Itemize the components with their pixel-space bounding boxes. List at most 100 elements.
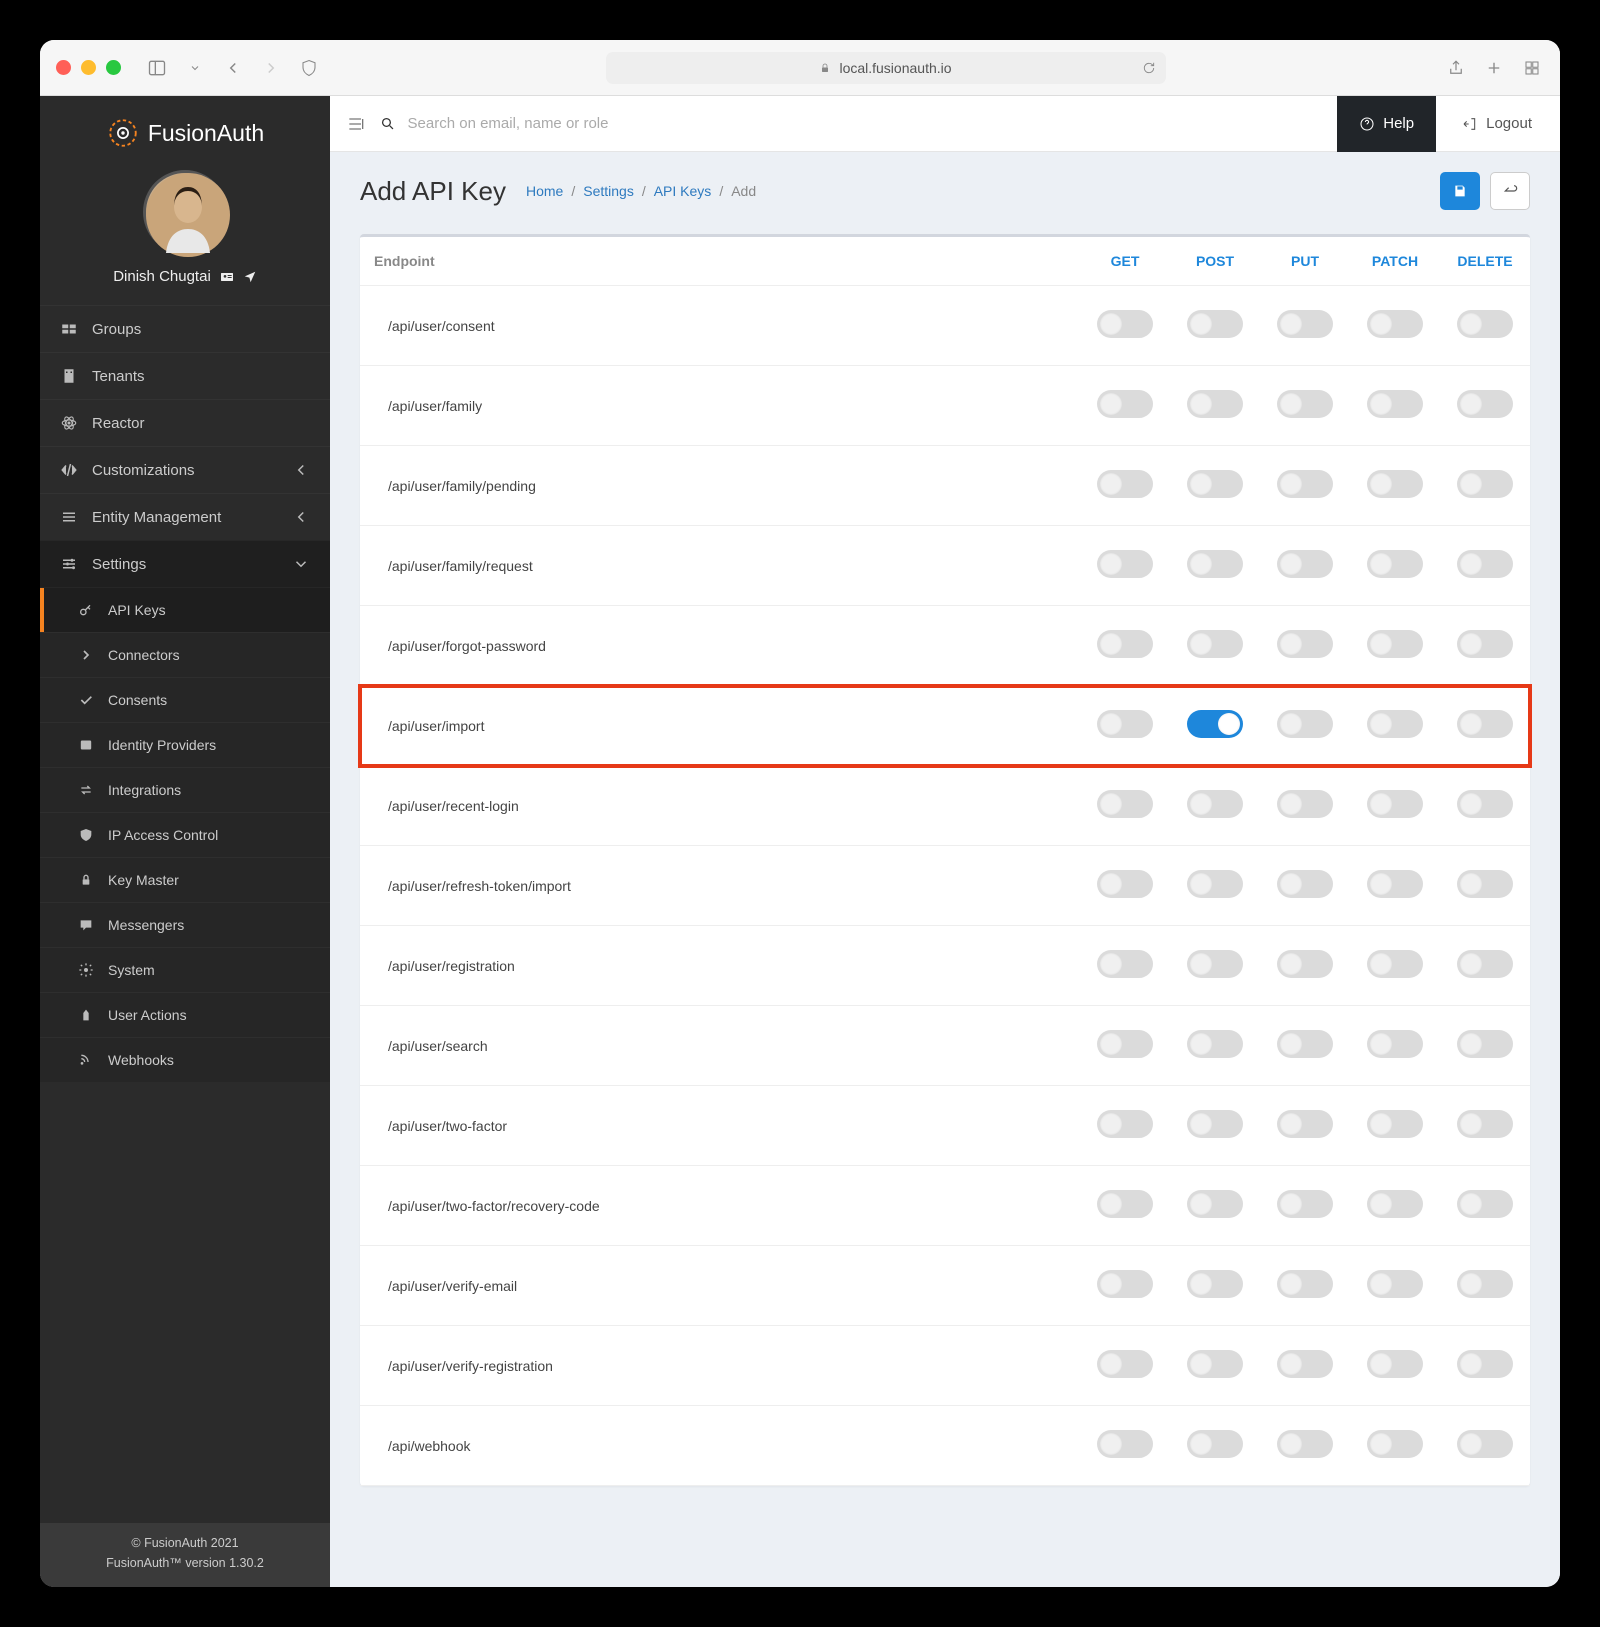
help-button[interactable]: Help [1337, 96, 1436, 152]
toggle-delete[interactable] [1457, 390, 1513, 418]
toggle-delete[interactable] [1457, 950, 1513, 978]
nav-key-master[interactable]: Key Master [40, 857, 330, 902]
nav-messengers[interactable]: Messengers [40, 902, 330, 947]
toggle-post[interactable] [1187, 1430, 1243, 1458]
toggle-delete[interactable] [1457, 1110, 1513, 1138]
toggle-get[interactable] [1097, 790, 1153, 818]
toggle-delete[interactable] [1457, 470, 1513, 498]
logout-button[interactable]: Logout [1450, 96, 1544, 152]
toggle-patch[interactable] [1367, 950, 1423, 978]
toggle-get[interactable] [1097, 1190, 1153, 1218]
toggle-get[interactable] [1097, 1110, 1153, 1138]
back-button[interactable] [1490, 172, 1530, 210]
toggle-put[interactable] [1277, 1270, 1333, 1298]
toggle-post[interactable] [1187, 870, 1243, 898]
toggle-post[interactable] [1187, 950, 1243, 978]
toggle-get[interactable] [1097, 470, 1153, 498]
th-get[interactable]: GET [1080, 237, 1170, 286]
toggle-delete[interactable] [1457, 550, 1513, 578]
toggle-post[interactable] [1187, 790, 1243, 818]
toggle-delete[interactable] [1457, 1190, 1513, 1218]
save-button[interactable] [1440, 172, 1480, 210]
forward-icon[interactable] [259, 56, 283, 80]
global-search[interactable] [380, 115, 1323, 132]
toggle-post[interactable] [1187, 1350, 1243, 1378]
toggle-delete[interactable] [1457, 1350, 1513, 1378]
locate-icon[interactable] [243, 270, 257, 284]
toggle-patch[interactable] [1367, 1030, 1423, 1058]
toggle-put[interactable] [1277, 1110, 1333, 1138]
nav-system[interactable]: System [40, 947, 330, 992]
toggle-patch[interactable] [1367, 550, 1423, 578]
toggle-post[interactable] [1187, 550, 1243, 578]
nav-reactor[interactable]: Reactor [40, 399, 330, 446]
toggle-put[interactable] [1277, 470, 1333, 498]
nav-consents[interactable]: Consents [40, 677, 330, 722]
search-input[interactable] [408, 115, 1324, 132]
toggle-delete[interactable] [1457, 870, 1513, 898]
toggle-put[interactable] [1277, 790, 1333, 818]
toggle-patch[interactable] [1367, 710, 1423, 738]
refresh-icon[interactable] [1142, 61, 1156, 75]
th-put[interactable]: PUT [1260, 237, 1350, 286]
crumb-home[interactable]: Home [526, 183, 563, 199]
crumb-settings[interactable]: Settings [583, 183, 634, 199]
toggle-patch[interactable] [1367, 390, 1423, 418]
id-card-icon[interactable] [219, 269, 235, 285]
th-delete[interactable]: DELETE [1440, 237, 1530, 286]
toggle-delete[interactable] [1457, 310, 1513, 338]
toggle-put[interactable] [1277, 1030, 1333, 1058]
toggle-get[interactable] [1097, 1430, 1153, 1458]
toggle-patch[interactable] [1367, 790, 1423, 818]
nav-customizations[interactable]: Customizations [40, 446, 330, 493]
toggle-post[interactable] [1187, 1110, 1243, 1138]
tabs-icon[interactable] [1520, 56, 1544, 80]
toggle-get[interactable] [1097, 390, 1153, 418]
nav-user-actions[interactable]: User Actions [40, 992, 330, 1037]
toggle-patch[interactable] [1367, 1430, 1423, 1458]
toggle-delete[interactable] [1457, 790, 1513, 818]
toggle-patch[interactable] [1367, 1350, 1423, 1378]
nav-connectors[interactable]: Connectors [40, 632, 330, 677]
nav-idp[interactable]: Identity Providers [40, 722, 330, 767]
toggle-delete[interactable] [1457, 630, 1513, 658]
toggle-patch[interactable] [1367, 630, 1423, 658]
th-patch[interactable]: PATCH [1350, 237, 1440, 286]
toggle-delete[interactable] [1457, 1430, 1513, 1458]
toggle-get[interactable] [1097, 550, 1153, 578]
toggle-post[interactable] [1187, 310, 1243, 338]
toggle-post[interactable] [1187, 630, 1243, 658]
nav-settings[interactable]: Settings [40, 540, 330, 587]
toggle-patch[interactable] [1367, 870, 1423, 898]
nav-ipac[interactable]: IP Access Control [40, 812, 330, 857]
nav-tenants[interactable]: Tenants [40, 352, 330, 399]
toggle-put[interactable] [1277, 710, 1333, 738]
nav-webhooks[interactable]: Webhooks [40, 1037, 330, 1082]
new-tab-icon[interactable] [1482, 56, 1506, 80]
toggle-delete[interactable] [1457, 1270, 1513, 1298]
toggle-put[interactable] [1277, 1430, 1333, 1458]
toggle-put[interactable] [1277, 550, 1333, 578]
toggle-put[interactable] [1277, 310, 1333, 338]
toggle-patch[interactable] [1367, 470, 1423, 498]
shield-icon[interactable] [297, 56, 321, 80]
toggle-get[interactable] [1097, 1030, 1153, 1058]
toggle-post[interactable] [1187, 1190, 1243, 1218]
toggle-delete[interactable] [1457, 1030, 1513, 1058]
toggle-put[interactable] [1277, 1190, 1333, 1218]
share-icon[interactable] [1444, 56, 1468, 80]
nav-groups[interactable]: Groups [40, 305, 330, 352]
toggle-delete[interactable] [1457, 710, 1513, 738]
toggle-post[interactable] [1187, 1030, 1243, 1058]
toggle-put[interactable] [1277, 390, 1333, 418]
toggle-put[interactable] [1277, 630, 1333, 658]
toggle-put[interactable] [1277, 870, 1333, 898]
toggle-patch[interactable] [1367, 1110, 1423, 1138]
toggle-patch[interactable] [1367, 1190, 1423, 1218]
nav-api-keys[interactable]: API Keys [40, 587, 330, 632]
sidebar-icon[interactable] [145, 56, 169, 80]
nav-integrations[interactable]: Integrations [40, 767, 330, 812]
toggle-get[interactable] [1097, 1270, 1153, 1298]
nav-entity[interactable]: Entity Management [40, 493, 330, 540]
toggle-post[interactable] [1187, 710, 1243, 738]
